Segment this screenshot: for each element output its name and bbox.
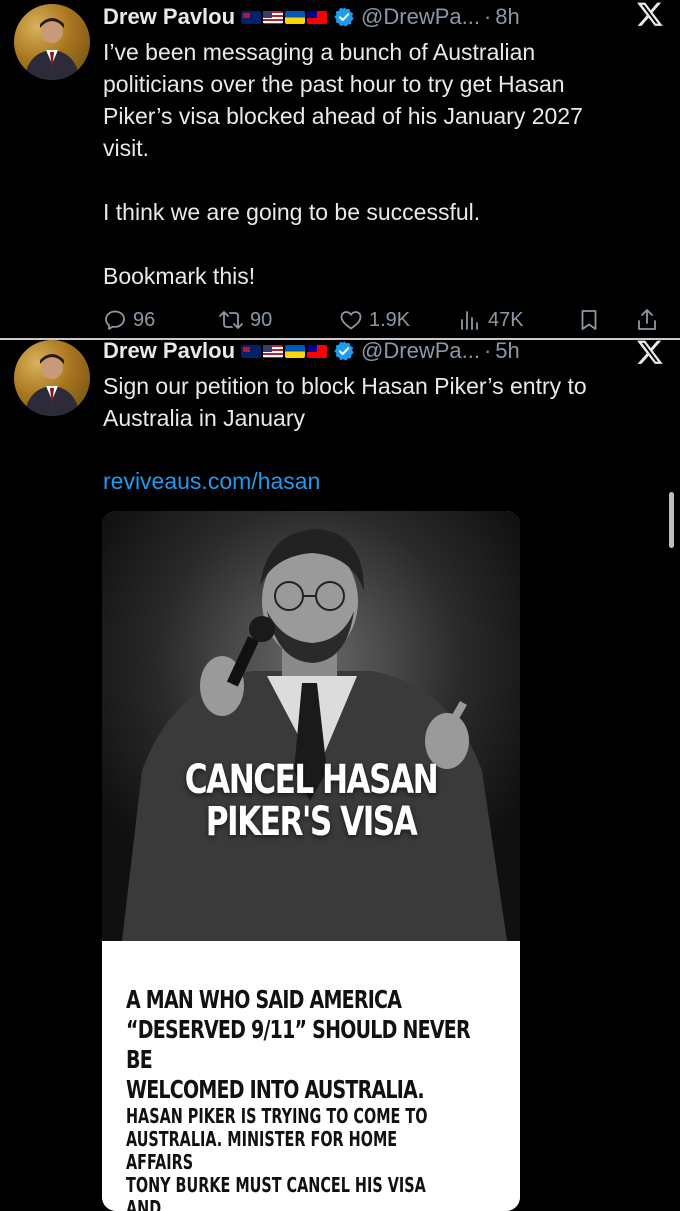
display-name[interactable]: Drew Pavlou (103, 338, 235, 364)
retweet-icon (219, 311, 243, 329)
card-photo[interactable]: CANCEL HASAN PIKER'S VISA (102, 511, 520, 941)
timestamp[interactable]: 8h (495, 4, 519, 30)
card-paragraph: HASAN PIKER IS TRYING TO COME TO AUSTRAL… (126, 1104, 428, 1211)
petition-link[interactable]: reviveaus.com/hasan (103, 468, 320, 495)
reply-button[interactable]: 96 (103, 308, 155, 332)
scrollbar[interactable] (669, 492, 674, 548)
flag-emojis (241, 344, 328, 358)
separator-dot: · (483, 4, 492, 29)
retweet-count: 90 (250, 308, 273, 331)
like-button[interactable]: 1.9K (339, 308, 410, 332)
share-button[interactable] (635, 307, 659, 333)
usa-flag-icon (263, 344, 284, 358)
usa-flag-icon (263, 10, 284, 24)
photo-headline-line-2: PIKER'S VISA (205, 799, 418, 845)
bookmark-icon (581, 310, 597, 330)
tweet-header: Drew Pavlou @DrewPa... · 5h (103, 336, 680, 366)
share-icon (638, 309, 656, 330)
verified-badge-icon (334, 341, 354, 361)
card-text-panel: A MAN WHO SAID AMERICA “DESERVED 9/11” S… (102, 941, 520, 1211)
retweet-button[interactable]: 90 (218, 308, 272, 332)
like-count: 1.9K (369, 308, 411, 331)
card-headline: A MAN WHO SAID AMERICA “DESERVED 9/11” S… (126, 985, 471, 1104)
tweet-text: Sign our petition to block Hasan Piker’s… (103, 373, 587, 431)
media-card[interactable]: CANCEL HASAN PIKER'S VISA A MAN WHO SAID… (102, 511, 520, 1211)
reply-count: 96 (133, 308, 156, 331)
tweet[interactable]: Drew Pavlou @DrewPa... · 8h I’ve been me… (0, 0, 680, 338)
photo-headline-line-1: CANCEL HASAN (184, 757, 439, 803)
reply-icon (105, 310, 125, 330)
taiwan-flag-icon (307, 344, 328, 358)
australia-flag-icon (241, 344, 262, 358)
taiwan-flag-icon (307, 10, 328, 24)
speaker-photo (102, 511, 520, 941)
tweet[interactable]: Drew Pavlou @DrewPa... · 5h Sign our pet… (0, 336, 680, 1211)
views-button[interactable]: 47K (458, 308, 524, 332)
tweet-actions: 96 90 1.9K 47K (103, 306, 660, 334)
view-count: 47K (488, 308, 524, 331)
tweet-text: I’ve been messaging a bunch of Australia… (103, 39, 583, 289)
photo-headline: CANCEL HASAN PIKER'S VISA (148, 759, 474, 843)
bookmark-button[interactable] (577, 308, 601, 332)
flag-emojis (241, 10, 328, 24)
heart-icon (340, 311, 362, 330)
separator-dot: · (483, 338, 492, 363)
avatar[interactable] (14, 340, 90, 416)
avatar[interactable] (14, 4, 90, 80)
display-name[interactable]: Drew Pavlou (103, 4, 235, 30)
user-handle[interactable]: @DrewPa... (361, 338, 480, 364)
x-logo-icon (637, 2, 663, 26)
australia-flag-icon (241, 10, 262, 24)
ukraine-flag-icon (285, 10, 306, 24)
tweet-header: Drew Pavlou @DrewPa... · 8h (103, 2, 680, 32)
views-icon (461, 311, 478, 330)
verified-badge-icon (334, 7, 354, 27)
user-handle[interactable]: @DrewPa... (361, 4, 480, 30)
timestamp[interactable]: 5h (495, 338, 519, 364)
ukraine-flag-icon (285, 344, 306, 358)
x-logo-icon (637, 340, 663, 364)
